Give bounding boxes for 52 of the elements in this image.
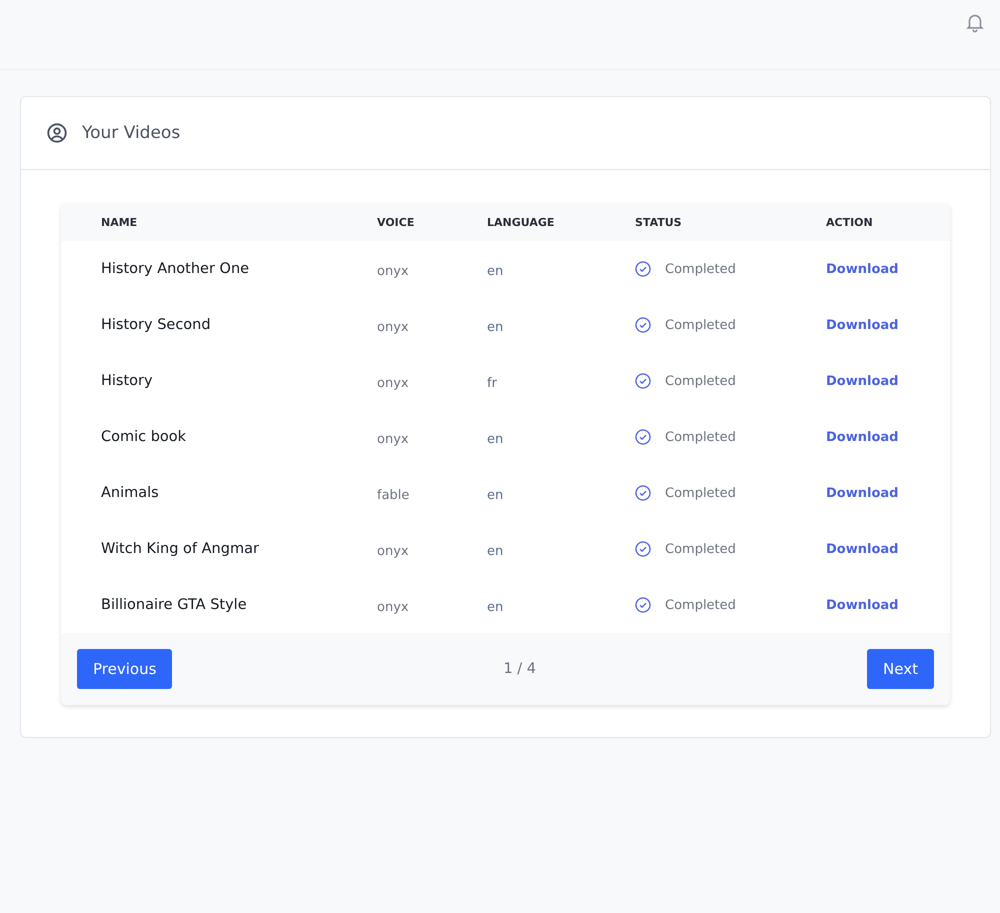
status-text: Completed [665,542,736,556]
page-indicator: 1 / 4 [503,661,536,677]
voice-cell: fable [377,488,410,502]
voice-cell: onyx [377,376,409,390]
download-link[interactable]: Download [826,262,898,276]
language-cell: en [487,600,504,614]
user-circle-icon [46,122,68,144]
check-circle-icon [635,485,651,501]
language-cell: en [487,488,504,502]
video-name: History [100,373,154,389]
status-text: Completed [665,318,736,332]
status-text: Completed [665,430,736,444]
video-name: Comic book [100,429,188,445]
check-circle-icon [635,429,651,445]
download-link[interactable]: Download [826,486,898,500]
check-circle-icon [635,541,651,557]
language-cell: en [487,544,504,558]
voice-cell: onyx [377,320,409,334]
video-name: History Another One [100,261,250,277]
video-name: Billionaire GTA Style [100,597,248,613]
download-link[interactable]: Download [826,542,898,556]
check-circle-icon [635,597,651,613]
language-cell: en [487,264,504,278]
column-header: LANGUAGE [487,216,556,228]
previous-button[interactable]: Previous [77,649,172,689]
download-link[interactable]: Download [826,598,898,612]
column-header: VOICE [377,216,416,228]
video-name: Witch King of Angmar [100,541,260,557]
language-cell: en [487,432,504,446]
language-cell: fr [487,376,497,390]
status-text: Completed [665,598,736,612]
card-title: Your Videos [82,123,180,143]
download-link[interactable]: Download [826,318,898,332]
video-name: Animals [100,485,160,501]
download-link[interactable]: Download [826,374,898,388]
next-button[interactable]: Next [867,649,934,689]
voice-cell: onyx [377,432,409,446]
check-circle-icon [635,261,651,277]
column-header: STATUS [635,216,683,228]
voice-cell: onyx [377,600,409,614]
download-link[interactable]: Download [826,430,898,444]
status-text: Completed [665,486,736,500]
video-name: History Second [100,317,212,333]
column-header: ACTION [826,216,874,228]
column-header: NAME [100,216,138,228]
voice-cell: onyx [377,544,409,558]
voice-cell: onyx [377,264,409,278]
language-cell: en [487,320,504,334]
check-circle-icon [635,317,651,333]
check-circle-icon [635,373,651,389]
status-text: Completed [665,262,736,276]
status-text: Completed [665,374,736,388]
